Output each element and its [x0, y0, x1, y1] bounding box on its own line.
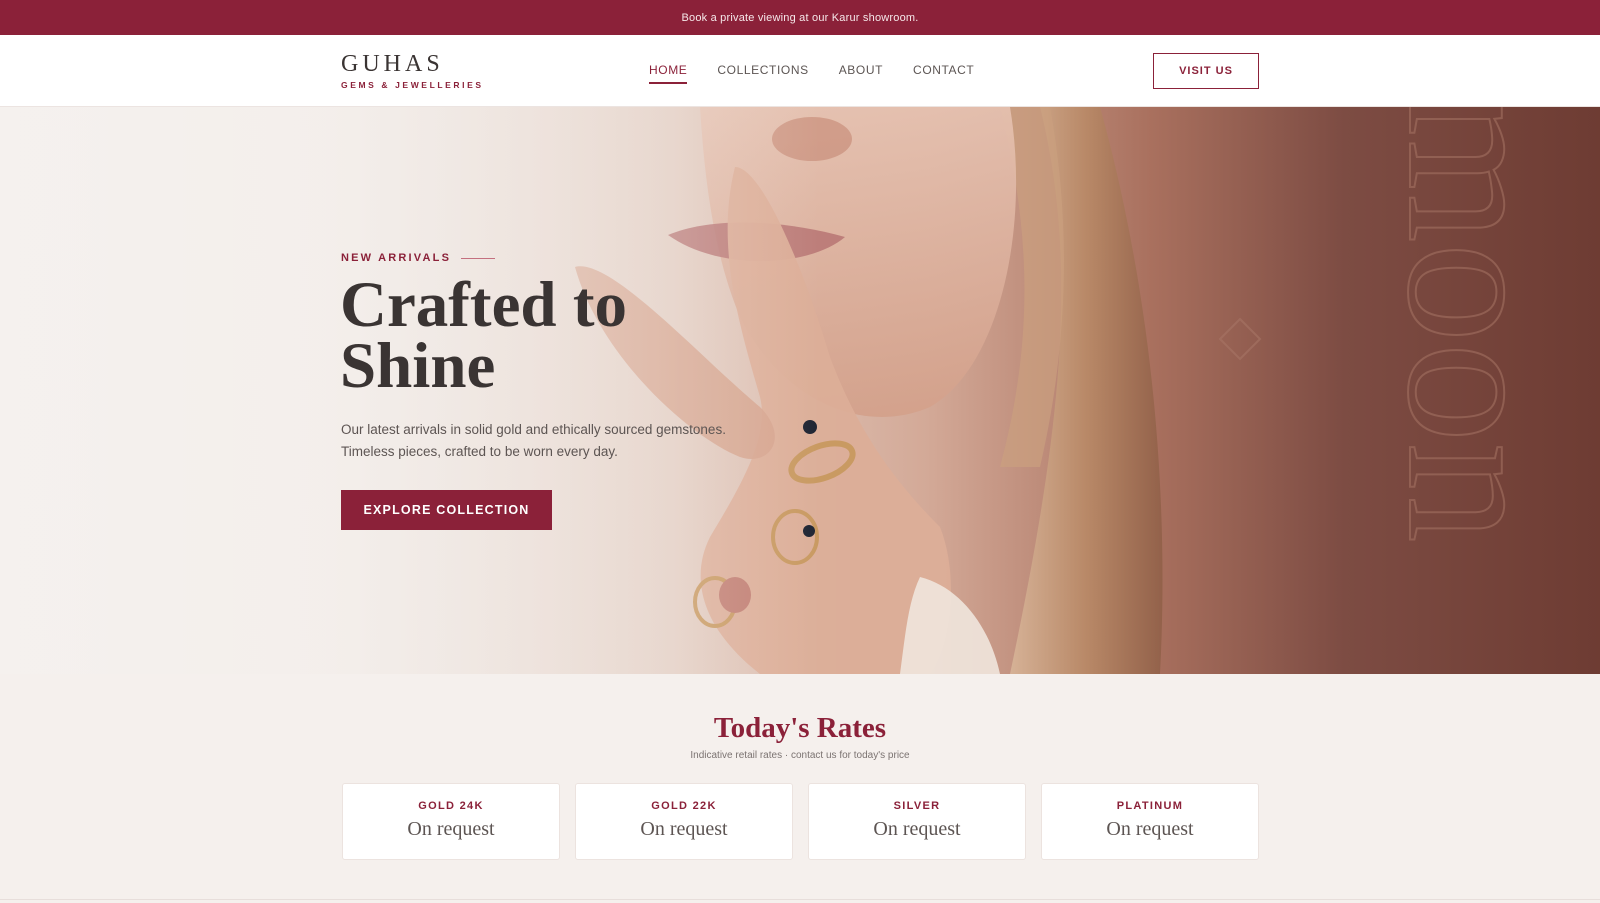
- rates-subtitle: Indicative retail rates · contact us for…: [690, 750, 910, 761]
- rate-label: SILVER: [893, 800, 941, 812]
- rates-section: Today's Rates Indicative retail rates · …: [0, 674, 1600, 903]
- rate-value: On request: [407, 818, 495, 840]
- brand-logo[interactable]: GUHAS GEMS & JEWELLERIES: [341, 51, 484, 90]
- nav-item-collections[interactable]: COLLECTIONS: [717, 63, 808, 84]
- rate-value: On request: [640, 818, 728, 840]
- announcement-text: Book a private viewing at our Karur show…: [681, 11, 919, 24]
- section-divider: [0, 899, 1600, 900]
- rate-label: GOLD 24K: [418, 800, 484, 812]
- hero-eyebrow: NEW ARRIVALS: [341, 252, 496, 264]
- subtext-line-2: Timeless pieces, crafted to be worn ever…: [341, 444, 618, 459]
- hero-subtext: Our latest arrivals in solid gold and et…: [341, 419, 761, 463]
- nav-item-contact[interactable]: CONTACT: [913, 63, 974, 84]
- rate-label: GOLD 22K: [651, 800, 717, 812]
- subtext-line-1: Our latest arrivals in solid gold and et…: [341, 422, 726, 437]
- nav-item-home[interactable]: HOME: [649, 63, 688, 84]
- hero-headline: Crafted to Shine: [340, 269, 760, 402]
- hero-section: moon NEW ARRIVALS Crafted to Shine Our l…: [0, 107, 1600, 674]
- rate-value: On request: [1106, 818, 1194, 840]
- brand-tagline: GEMS & JEWELLERIES: [341, 80, 484, 90]
- rate-value: On request: [873, 818, 961, 840]
- rate-label: PLATINUM: [1116, 800, 1184, 812]
- hero-watermark-text: moon: [1366, 107, 1587, 543]
- rate-card-silver: SILVER On request: [808, 783, 1026, 860]
- eyebrow-line: [461, 257, 496, 259]
- rate-card-gold-24k: GOLD 24K On request: [342, 783, 560, 860]
- brand-name: GUHAS: [341, 51, 444, 77]
- main-nav: HOME COLLECTIONS ABOUT CONTACT: [649, 63, 974, 84]
- nav-item-about[interactable]: ABOUT: [839, 63, 883, 84]
- rate-card-platinum: PLATINUM On request: [1041, 783, 1259, 860]
- announcement-bar: Book a private viewing at our Karur show…: [0, 0, 1600, 35]
- explore-collection-button[interactable]: EXPLORE COLLECTION: [341, 490, 552, 530]
- rates-cards: GOLD 24K On request GOLD 22K On request …: [342, 783, 1259, 860]
- site-header: GUHAS GEMS & JEWELLERIES HOME COLLECTION…: [0, 35, 1600, 107]
- headline-line-2: Shine: [340, 330, 496, 402]
- headline-line-1: Crafted to: [340, 269, 627, 341]
- rates-title: Today's Rates: [713, 712, 887, 744]
- rate-card-gold-22k: GOLD 22K On request: [575, 783, 793, 860]
- eyebrow-text: NEW ARRIVALS: [341, 252, 452, 264]
- visit-us-button[interactable]: VISIT US: [1153, 53, 1259, 89]
